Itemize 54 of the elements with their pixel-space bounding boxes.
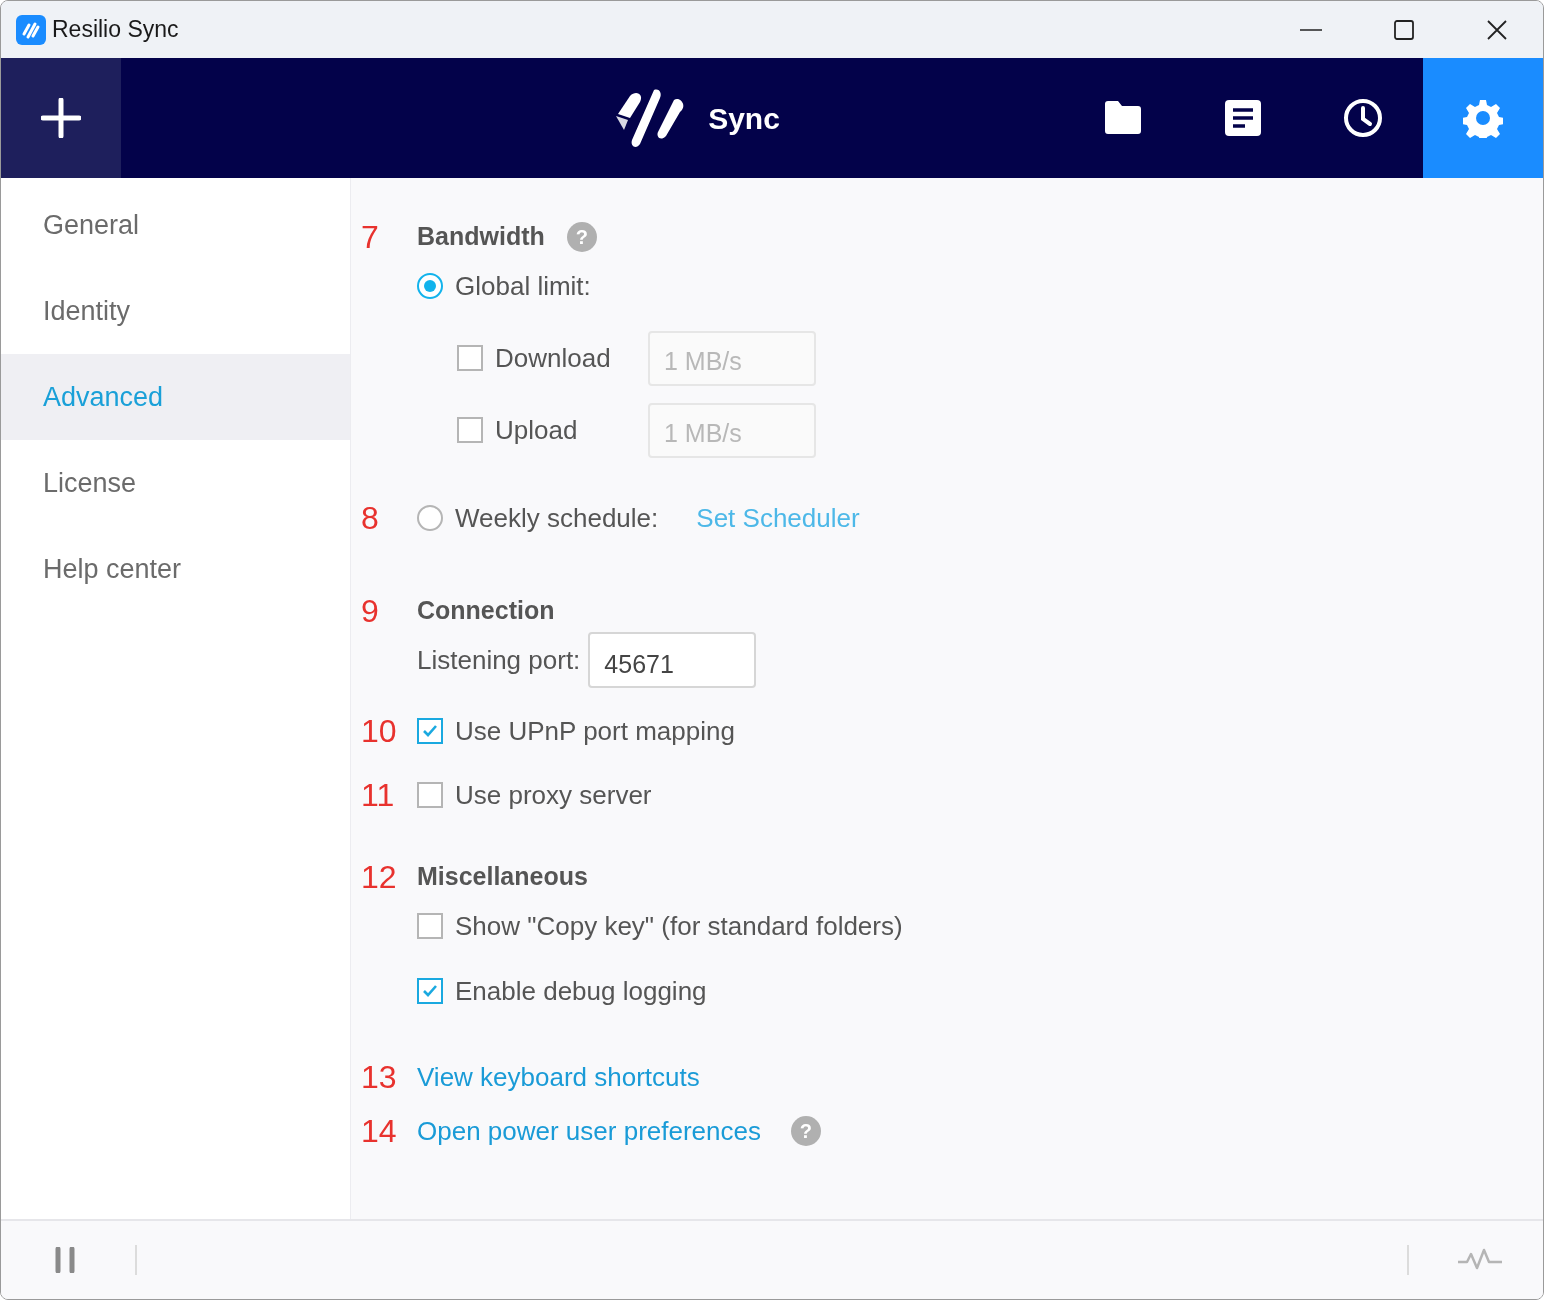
port-label: Listening port: [417,643,581,677]
rate-input-field[interactable]: 1 MB/s [648,330,816,386]
sidebar-item[interactable]: Help center [1,526,350,612]
sidebar-item[interactable]: General [1,182,350,268]
plus-icon [41,98,81,138]
document-icon [1223,98,1263,138]
set-scheduler-link[interactable]: Set Scheduler [696,498,860,538]
clock-icon [1343,98,1383,138]
option-label: Upload [495,413,579,447]
checkbox[interactable] [417,718,443,744]
checkbox[interactable] [457,417,483,443]
port-input-field[interactable]: 45671 [588,632,757,688]
rate-input-field[interactable]: 1 MB/s [648,402,816,458]
add-button[interactable] [1,58,121,178]
sidebar-item[interactable]: Identity [1,268,350,354]
step-number: 14 [360,1115,397,1147]
step-number: 9 [360,595,379,627]
checkbox[interactable] [417,913,443,939]
app-logo-icon [16,14,46,45]
option-label: Download [495,341,612,375]
section-heading: Bandwidth [417,221,545,253]
option-label: Show "Copy key" (for standard folders) [455,909,903,943]
option-label: Global limit: [455,269,591,303]
link[interactable]: Open power user preferences [417,1111,761,1151]
option-label: Enable debug logging [455,974,707,1008]
step-number: 7 [360,221,379,253]
help-button[interactable]: ? [790,1116,821,1146]
radio-button[interactable] [417,273,443,299]
option-label: Use UPnP port mapping [455,714,735,748]
pause-icon [53,1247,77,1273]
window-title: Resilio Sync [52,15,179,45]
option-label: Use proxy server [455,778,652,812]
checkbox[interactable] [417,978,443,1004]
close-icon [1485,18,1508,41]
logo-text: Sync [708,100,780,137]
step-number: 13 [360,1061,397,1093]
checkbox[interactable] [417,782,443,808]
step-number: 12 [360,861,397,893]
sidebar-item[interactable]: License [1,440,350,526]
step-number: 10 [360,715,397,747]
activity-icon [1457,1248,1503,1272]
settings-icon [1463,98,1503,138]
step-number: 8 [360,502,379,534]
help-button[interactable]: ? [566,222,597,252]
minimize-icon [1299,28,1322,31]
link[interactable]: View keyboard shortcuts [417,1057,700,1097]
radio-button[interactable] [417,505,443,531]
maximize-icon [1392,18,1415,41]
sidebar-item[interactable]: Advanced [1,354,350,440]
section-heading: Connection [417,595,555,627]
checkbox[interactable] [457,345,483,371]
step-number: 11 [360,779,395,811]
section-heading: Miscellaneous [417,861,588,893]
option-label: Weekly schedule: [455,501,659,535]
